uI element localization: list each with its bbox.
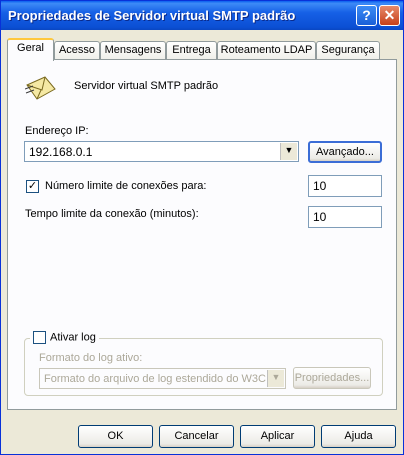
properties-dialog: Propriedades de Servidor virtual SMTP pa… bbox=[0, 0, 404, 455]
ip-address-label: Endereço IP: bbox=[25, 125, 89, 137]
logging-group-header: Ativar log bbox=[30, 331, 99, 345]
tab-panel-geral: Servidor virtual SMTP padrão Endereço IP… bbox=[7, 59, 397, 410]
title-bar[interactable]: Propriedades de Servidor virtual SMTP pa… bbox=[1, 1, 403, 30]
log-format-combo: Formato do arquivo de log estendido do W… bbox=[39, 368, 286, 389]
tab-mensagens[interactable]: Mensagens bbox=[100, 41, 166, 59]
limit-connections-label: Número limite de conexões para: bbox=[45, 180, 207, 192]
tab-roteamento-ldap[interactable]: Roteamento LDAP bbox=[217, 41, 316, 59]
connection-timeout-label: Tempo limite da conexão (minutos): bbox=[25, 208, 199, 220]
help-button[interactable]: Ajuda bbox=[321, 425, 396, 448]
chevron-down-icon: ▼ bbox=[267, 370, 284, 387]
tab-seguranca[interactable]: Segurança bbox=[316, 41, 380, 59]
log-properties-button: Propriedades... bbox=[293, 367, 371, 389]
ip-address-combo[interactable]: 192.168.0.1 ▼ bbox=[24, 141, 299, 162]
window-title: Propriedades de Servidor virtual SMTP pa… bbox=[8, 8, 296, 23]
ip-address-value: 192.168.0.1 bbox=[29, 145, 93, 159]
tab-entrega[interactable]: Entrega bbox=[166, 41, 217, 59]
tab-geral[interactable]: Geral bbox=[7, 38, 54, 61]
tab-acesso[interactable]: Acesso bbox=[54, 41, 100, 59]
enable-log-checkbox[interactable] bbox=[33, 331, 46, 344]
chevron-down-icon[interactable]: ▼ bbox=[280, 143, 297, 160]
enable-log-label: Ativar log bbox=[50, 331, 96, 344]
connection-timeout-input[interactable]: 10 bbox=[308, 206, 382, 228]
help-icon[interactable]: ? bbox=[356, 5, 377, 26]
advanced-button[interactable]: Avançado... bbox=[308, 141, 382, 163]
log-format-value: Formato do arquivo de log estendido do W… bbox=[44, 373, 266, 385]
cancel-button[interactable]: Cancelar bbox=[159, 425, 234, 448]
ok-button[interactable]: OK bbox=[78, 425, 153, 448]
limit-connections-input[interactable]: 10 bbox=[308, 175, 382, 197]
envelope-icon bbox=[24, 75, 57, 103]
close-icon[interactable]: ✕ bbox=[379, 5, 400, 26]
server-name-label: Servidor virtual SMTP padrão bbox=[74, 80, 219, 92]
log-format-label: Formato do log ativo: bbox=[39, 352, 143, 364]
apply-button[interactable]: Aplicar bbox=[240, 425, 315, 448]
limit-connections-checkbox[interactable]: ✓ bbox=[26, 180, 39, 193]
